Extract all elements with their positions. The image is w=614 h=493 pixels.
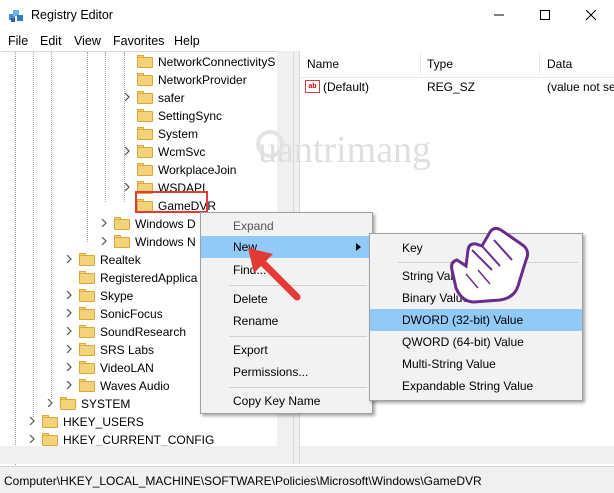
submenu-item-multi-string-value[interactable]: Multi-String Value xyxy=(370,353,582,375)
chevron-right-icon[interactable] xyxy=(123,147,131,155)
tree-item-label: NetworkConnectivityS xyxy=(158,55,276,69)
tree-item-label: HKEY_USERS xyxy=(63,415,144,429)
folder-icon xyxy=(137,91,153,104)
menu-item-copy-key-name[interactable]: Copy Key Name xyxy=(201,390,372,412)
selection-highlight-annotation xyxy=(135,191,208,213)
close-button[interactable] xyxy=(568,0,614,31)
menu-edit[interactable]: Edit xyxy=(40,34,62,48)
close-icon xyxy=(586,10,596,20)
folder-icon xyxy=(79,271,95,284)
registry-editor-icon xyxy=(8,7,25,24)
submenu-item-qword-value[interactable]: QWORD (64-bit) Value xyxy=(370,331,582,353)
pointing-hand-icon xyxy=(450,226,530,304)
folder-icon xyxy=(137,109,153,122)
folder-icon xyxy=(79,343,95,356)
maximize-button[interactable] xyxy=(522,0,568,31)
menu-item-expand[interactable]: Expand xyxy=(201,215,372,237)
tree-item-label: SonicFocus xyxy=(100,307,163,321)
submenu-item-expandable-string-value[interactable]: Expandable String Value xyxy=(370,375,582,397)
menu-view[interactable]: View xyxy=(74,34,101,48)
folder-icon xyxy=(114,235,130,248)
context-menu: Expand New Find... Delete Rename Export … xyxy=(200,212,373,414)
folder-icon xyxy=(60,397,76,410)
tree-item-label: Realtek xyxy=(100,253,141,267)
tree-item-label: VideoLAN xyxy=(100,361,154,375)
column-header-data[interactable]: Data xyxy=(547,57,572,71)
column-header-type[interactable]: Type xyxy=(427,57,453,71)
chevron-right-icon[interactable] xyxy=(46,399,54,407)
minimize-icon xyxy=(494,14,504,16)
tree-item-label: SoundResearch xyxy=(100,325,187,339)
folder-icon xyxy=(79,307,95,320)
chevron-right-icon[interactable] xyxy=(65,327,73,335)
tree-item-label: safer xyxy=(158,91,185,105)
tree-item-label: NetworkProvider xyxy=(158,73,247,87)
tree-item-label: HKEY_CURRENT_CONFIG xyxy=(63,433,215,447)
folder-icon xyxy=(137,73,153,86)
chevron-right-icon[interactable] xyxy=(65,363,73,371)
red-arrow-annotation xyxy=(248,248,301,301)
tree-item-label: RegisteredApplica xyxy=(100,271,198,285)
chevron-right-icon xyxy=(356,243,361,251)
submenu-item-dword-value[interactable]: DWORD (32-bit) Value xyxy=(370,309,582,331)
tree-item-label: Waves Audio xyxy=(100,379,170,393)
window-title: Registry Editor xyxy=(31,8,113,22)
status-bar: Computer\HKEY_LOCAL_MACHINE\SOFTWARE\Pol… xyxy=(0,466,614,493)
tree-item-label: WorkplaceJoin xyxy=(158,163,237,177)
folder-icon xyxy=(137,127,153,140)
tree-item-label: System xyxy=(158,127,199,141)
menu-file[interactable]: File xyxy=(8,34,28,48)
maximize-icon xyxy=(540,10,550,20)
column-header-name[interactable]: Name xyxy=(307,57,339,71)
chevron-right-icon[interactable] xyxy=(123,93,131,101)
folder-icon xyxy=(42,433,58,446)
folder-icon xyxy=(79,289,95,302)
chevron-right-icon[interactable] xyxy=(65,345,73,353)
folder-icon xyxy=(79,361,95,374)
status-path: Computer\HKEY_LOCAL_MACHINE\SOFTWARE\Pol… xyxy=(4,474,482,488)
value-type: REG_SZ xyxy=(427,80,476,94)
chevron-right-icon[interactable] xyxy=(28,417,36,425)
value-data: (value not se xyxy=(547,80,614,94)
chevron-right-icon[interactable] xyxy=(65,255,73,263)
folder-icon xyxy=(79,253,95,266)
watermark-text: uantrimang xyxy=(258,129,432,171)
tree-horizontal-scrollbar[interactable] xyxy=(0,446,293,464)
folder-icon xyxy=(42,415,58,428)
menu-item-permissions[interactable]: Permissions... xyxy=(201,361,372,383)
tree-item-label: SYSTEM xyxy=(81,397,131,411)
values-horizontal-scrollbar[interactable] xyxy=(300,446,614,464)
tree-item-label: SettingSync xyxy=(158,109,223,123)
tree-item-label: SRS Labs xyxy=(100,343,155,357)
value-name[interactable]: (Default) xyxy=(323,80,369,94)
menu-bar: File Edit View Favorites Help xyxy=(0,31,614,51)
folder-icon xyxy=(114,217,130,230)
menu-favorites[interactable]: Favorites xyxy=(113,34,164,48)
chevron-right-icon[interactable] xyxy=(100,237,108,245)
string-value-icon: ab xyxy=(305,80,320,93)
chevron-right-icon[interactable] xyxy=(65,381,73,389)
chevron-right-icon[interactable] xyxy=(65,309,73,317)
chevron-right-icon[interactable] xyxy=(100,219,108,227)
folder-icon xyxy=(137,163,153,176)
tree-item-label: Skype xyxy=(100,289,134,303)
tree-item-label: WcmSvc xyxy=(158,145,206,159)
tree-item-label: Windows N xyxy=(135,235,196,249)
folder-icon xyxy=(79,325,95,338)
menu-help[interactable]: Help xyxy=(174,34,200,48)
folder-icon xyxy=(137,145,153,158)
folder-icon xyxy=(137,55,153,68)
chevron-right-icon[interactable] xyxy=(28,435,36,443)
menu-item-export[interactable]: Export xyxy=(201,339,372,361)
tree-item-label: Windows D xyxy=(135,217,196,231)
chevron-right-icon[interactable] xyxy=(123,183,131,191)
folder-icon xyxy=(79,379,95,392)
minimize-button[interactable] xyxy=(476,0,522,31)
chevron-right-icon[interactable] xyxy=(65,291,73,299)
menu-item-rename[interactable]: Rename xyxy=(201,310,372,332)
